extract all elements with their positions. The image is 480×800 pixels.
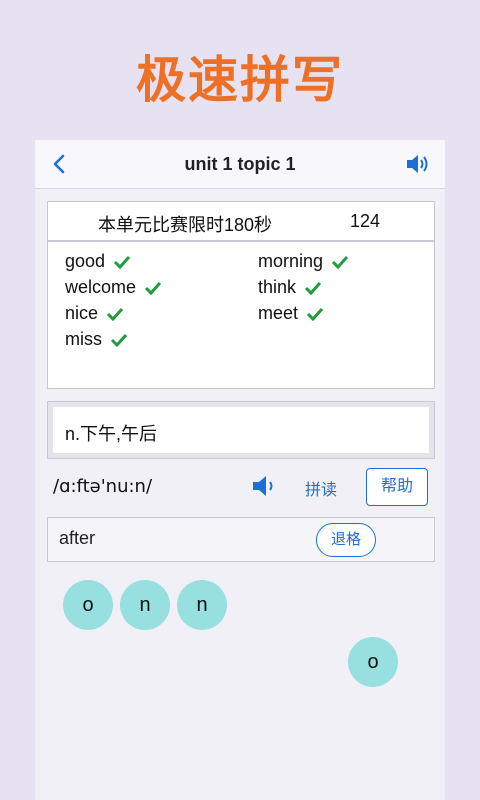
word-text: nice bbox=[65, 303, 99, 323]
spelling-card: unit 1 topic 1 本单元比赛限时180秒 124 good morn… bbox=[35, 140, 445, 800]
speaker-icon[interactable] bbox=[251, 473, 279, 499]
page-title: unit 1 topic 1 bbox=[184, 154, 296, 174]
check-icon bbox=[106, 307, 124, 321]
word-text: miss bbox=[65, 329, 102, 349]
list-item: miss bbox=[65, 329, 128, 350]
word-text: meet bbox=[258, 303, 299, 323]
word-text: welcome bbox=[65, 277, 137, 297]
answer-text: after bbox=[59, 528, 96, 548]
list-item: think bbox=[258, 277, 322, 298]
letter-tile[interactable]: o bbox=[63, 580, 113, 630]
word-text: good bbox=[65, 251, 106, 271]
letter-tile[interactable]: o bbox=[348, 637, 398, 687]
timer-label: 本单元比赛限时180秒 bbox=[98, 215, 273, 235]
list-item: good bbox=[65, 251, 131, 272]
word-text: morning bbox=[258, 251, 324, 271]
backspace-button[interactable]: 退格 bbox=[316, 523, 376, 557]
meaning-field: n.下午,午后 bbox=[53, 407, 429, 453]
phonetic-text: /ɑ:ftə'nu:n/ bbox=[53, 476, 153, 497]
check-icon bbox=[110, 333, 128, 347]
timer-panel: 本单元比赛限时180秒 124 bbox=[47, 201, 435, 241]
word-text: think bbox=[258, 277, 297, 297]
list-item: nice bbox=[65, 303, 124, 324]
word-meaning: n.下午,午后 bbox=[65, 424, 158, 444]
list-item: meet bbox=[258, 303, 324, 324]
spell-aloud-button[interactable]: 拼读 bbox=[305, 476, 337, 500]
top-bar: unit 1 topic 1 bbox=[35, 140, 445, 189]
completed-words-list: good morning welcome think nice meet mis… bbox=[47, 241, 435, 389]
meaning-panel: n.下午,午后 bbox=[47, 401, 435, 459]
timer-countdown: 124 bbox=[350, 211, 381, 231]
list-item: welcome bbox=[65, 277, 162, 298]
check-icon bbox=[144, 281, 162, 295]
help-button[interactable]: 帮助 bbox=[366, 468, 428, 506]
letter-tile[interactable]: n bbox=[120, 580, 170, 630]
list-item: morning bbox=[258, 251, 349, 272]
answer-input[interactable]: after 退格 bbox=[47, 517, 435, 562]
app-banner-title: 极速拼写 bbox=[136, 51, 344, 109]
check-icon bbox=[306, 307, 324, 321]
letter-tile[interactable]: n bbox=[177, 580, 227, 630]
check-icon bbox=[331, 255, 349, 269]
check-icon bbox=[113, 255, 131, 269]
speaker-icon[interactable] bbox=[405, 152, 431, 176]
check-icon bbox=[304, 281, 322, 295]
